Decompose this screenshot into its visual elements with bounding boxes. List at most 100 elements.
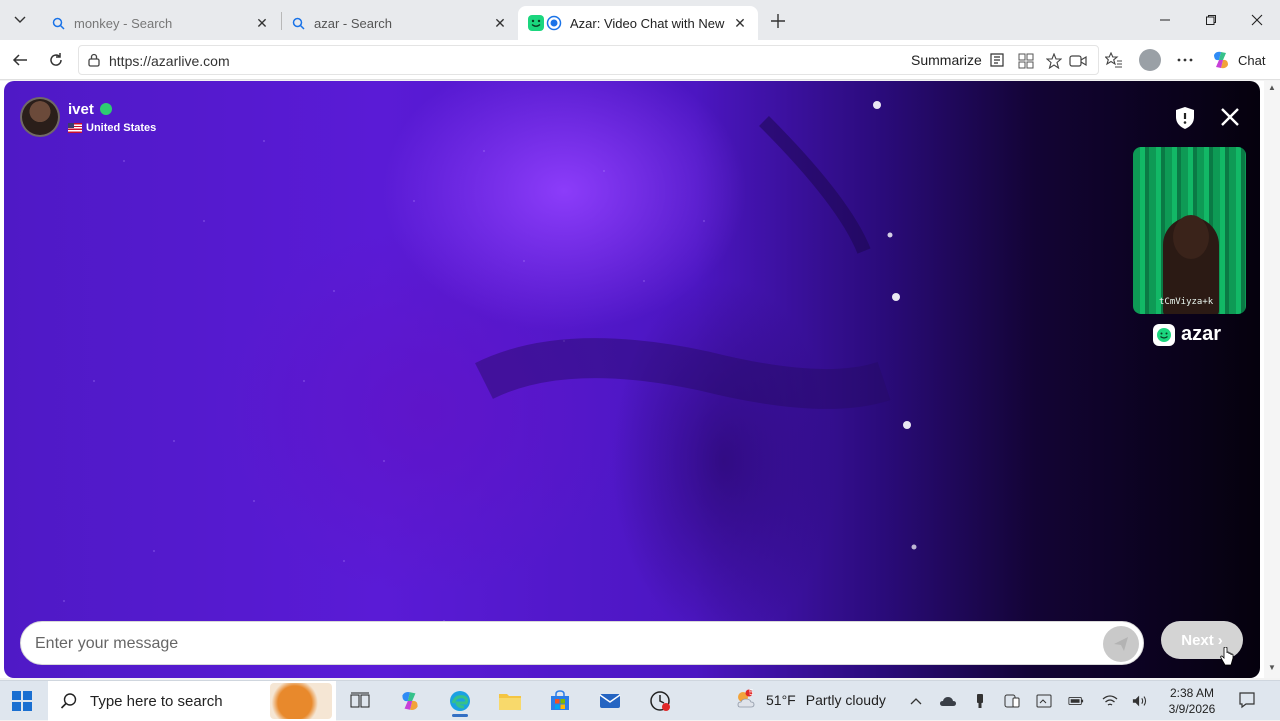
partly-cloudy-icon (737, 689, 755, 708)
wifi-tray-icon[interactable] (1102, 693, 1118, 709)
chevron-down-icon (14, 16, 26, 23)
azar-logo-icon (1153, 323, 1175, 346)
video-noise-overlay (63, 101, 917, 622)
summarize-button[interactable]: Summarize (911, 52, 1006, 68)
copilot-icon (1214, 51, 1228, 69)
windows-logo-icon (12, 691, 32, 711)
minimize-button[interactable] (1142, 6, 1188, 34)
page-scrollbar[interactable]: ▲ ▼ (1264, 81, 1280, 678)
mail-app-button[interactable] (594, 685, 626, 717)
video-capture-icon[interactable] (1069, 52, 1087, 70)
self-cam-label: tCmViyza+k (1159, 297, 1214, 307)
weather-widget[interactable]: 5 51°F Partly cloudy (734, 688, 886, 711)
new-tab-button[interactable] (766, 9, 790, 33)
task-view-icon (350, 692, 370, 708)
azar-favicon (528, 15, 562, 31)
chevron-up-icon (910, 698, 922, 705)
profile-avatar-button[interactable] (1139, 49, 1161, 71)
favorites-button[interactable] (1102, 48, 1126, 72)
tab-azar-search[interactable]: azar - Search ✕ (280, 6, 518, 40)
web-page: ivet United States tCmViyza+k azar Enter… (0, 81, 1280, 678)
url-text[interactable]: https://azarlive.com (109, 53, 230, 69)
plus-icon (771, 14, 785, 28)
edge-icon (450, 691, 470, 711)
tab-actions-menu-button[interactable] (8, 8, 32, 32)
summarize-icon (990, 53, 1004, 67)
phone-link-tray-icon[interactable] (1004, 693, 1020, 709)
send-button[interactable] (1103, 626, 1139, 662)
windows-taskbar: Type here to search 5 51°F Partly cloudy (0, 680, 1280, 721)
taskbar-search[interactable]: Type here to search (48, 681, 336, 721)
site-info-icon[interactable] (87, 53, 101, 67)
message-composer (20, 621, 1144, 665)
verified-badge-icon (99, 103, 112, 115)
message-input[interactable] (35, 630, 1075, 658)
scroll-up-icon[interactable]: ▲ (1268, 83, 1276, 92)
azar-logo: azar (1153, 323, 1221, 346)
tab-title: monkey - Search (74, 15, 173, 31)
tab-azar-video-chat[interactable]: Azar: Video Chat with New Pe ✕ (518, 6, 758, 40)
close-tab-icon[interactable]: ✕ (492, 15, 508, 31)
usb-tray-icon[interactable] (972, 693, 988, 709)
search-highlight-fox-image[interactable] (270, 683, 332, 719)
close-icon (1221, 108, 1239, 126)
onedrive-tray-icon[interactable] (940, 693, 956, 709)
summarize-label: Summarize (911, 52, 982, 68)
search-icon (50, 15, 66, 31)
send-icon (1114, 637, 1128, 651)
back-button[interactable] (8, 48, 32, 72)
tab-title: azar - Search (314, 15, 393, 31)
next-label: Next (1181, 631, 1214, 649)
avatar[interactable] (20, 97, 60, 137)
edge-taskbar-button[interactable] (444, 685, 476, 717)
hand-cursor-icon (1220, 647, 1234, 666)
favorite-star-icon[interactable] (1045, 52, 1063, 70)
close-window-button[interactable] (1234, 6, 1280, 34)
peer-country: United States (86, 121, 157, 134)
notification-icon (1239, 692, 1255, 709)
chat-label: Chat (1238, 52, 1266, 68)
scroll-down-icon[interactable]: ▼ (1268, 663, 1276, 672)
tab-monkey-search[interactable]: monkey - Search ✕ (40, 6, 280, 40)
tab-title: Azar: Video Chat with New Pe (570, 15, 726, 31)
taskbar-search-placeholder: Type here to search (90, 692, 223, 710)
chevron-right-icon: › (1217, 631, 1223, 649)
mail-icon (599, 694, 621, 708)
task-view-button[interactable] (344, 685, 376, 717)
search-icon (60, 693, 77, 709)
extensions-icon[interactable] (1017, 52, 1035, 70)
battery-tray-icon[interactable] (1068, 693, 1084, 709)
refresh-button[interactable] (44, 48, 68, 72)
restore-button[interactable] (1188, 6, 1234, 34)
close-chat-button[interactable] (1218, 105, 1242, 129)
address-bar[interactable]: https://azarlive.com Summarize (78, 45, 1099, 75)
close-tab-icon[interactable]: ✕ (732, 15, 748, 31)
search-icon (290, 15, 306, 31)
copilot-chat-button[interactable]: Chat (1210, 48, 1265, 72)
volume-tray-icon[interactable] (1132, 693, 1148, 709)
copilot-taskbar-button[interactable] (394, 685, 426, 717)
settings-more-button[interactable] (1173, 48, 1197, 72)
back-arrow-icon (12, 54, 27, 66)
clock[interactable]: 2:38 AM 3/9/2026 (1160, 685, 1224, 717)
peer-info[interactable]: ivet United States (20, 97, 156, 137)
microsoft-store-button[interactable] (544, 685, 576, 717)
screen-capture-tray-icon[interactable] (1036, 693, 1052, 709)
azar-brand-text: azar (1181, 323, 1222, 345)
close-tab-icon[interactable]: ✕ (254, 15, 270, 31)
minimize-icon (1160, 19, 1170, 21)
clock-time: 2:38 AM (1169, 686, 1215, 700)
report-button[interactable] (1172, 105, 1198, 131)
screen-recorder-button[interactable] (644, 685, 676, 717)
peer-name: ivet (68, 100, 94, 118)
more-dots-icon (1177, 58, 1193, 62)
us-flag-icon (68, 122, 82, 133)
restore-icon (1206, 15, 1216, 25)
show-hidden-icons-button[interactable] (908, 693, 924, 709)
folder-icon (499, 694, 521, 710)
start-button[interactable] (12, 691, 32, 711)
notification-center-button[interactable] (1238, 691, 1256, 709)
file-explorer-button[interactable] (494, 685, 526, 717)
weather-temperature: 51°F (766, 692, 796, 708)
close-icon (1251, 14, 1263, 26)
